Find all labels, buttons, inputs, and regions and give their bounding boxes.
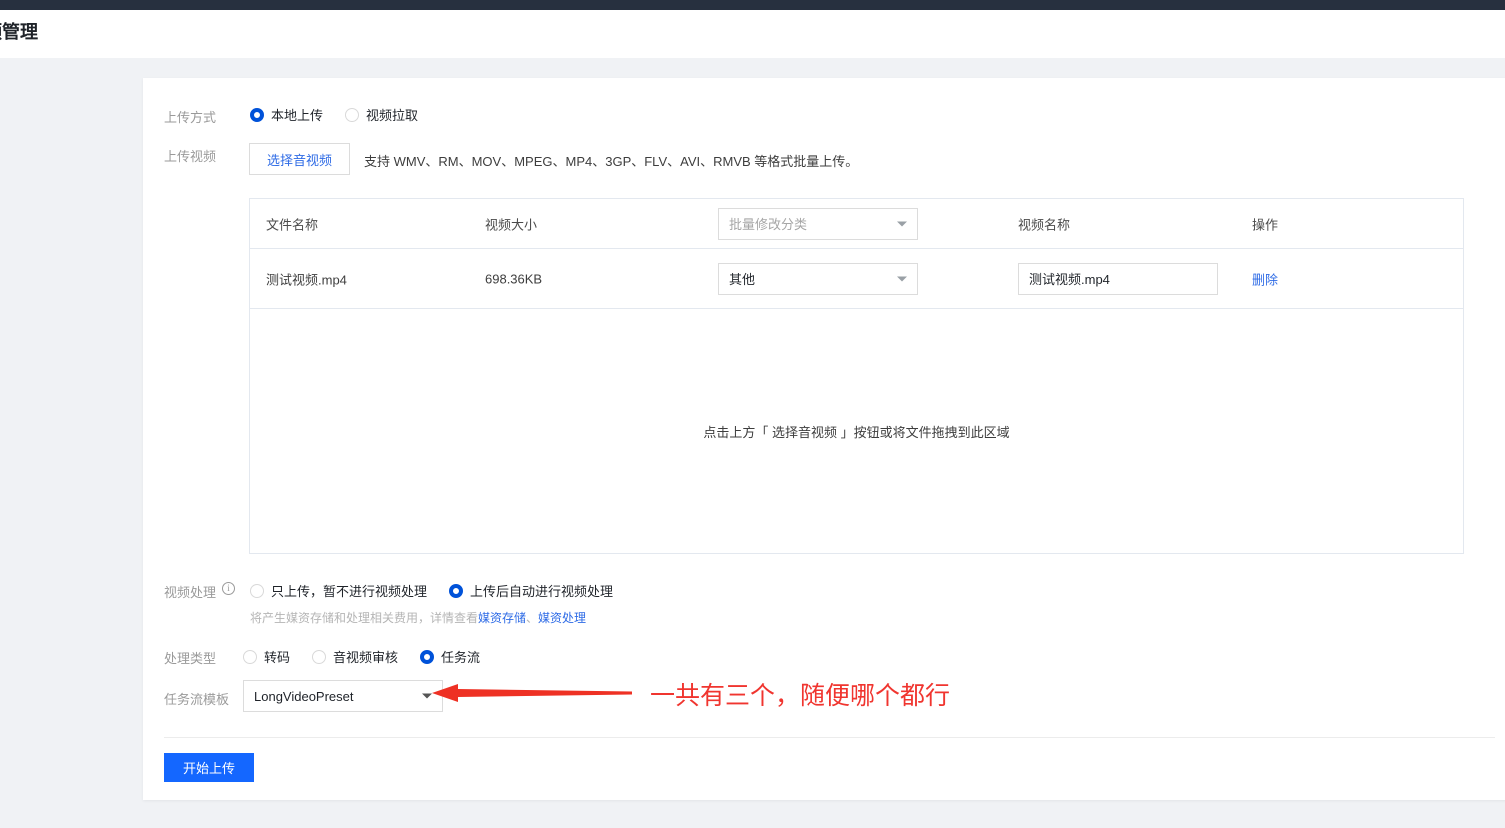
- fee-note-prefix: 将产生媒资存储和处理相关费用，详情查看: [250, 611, 479, 625]
- radio-dot-selected-icon: [420, 649, 435, 664]
- processing-fee-note: 将产生媒资存储和处理相关费用，详情查看媒资存储、媒资处理: [250, 609, 586, 626]
- chevron-down-icon: [897, 276, 907, 281]
- radio-dot-selected-icon: [250, 107, 264, 122]
- upload-method-radio-group[interactable]: 本地上传 视频拉取: [250, 105, 440, 124]
- radio-dot-icon: [250, 583, 264, 598]
- processing-type-label: 处理类型: [164, 651, 217, 666]
- delete-row-link[interactable]: 删除: [1252, 269, 1278, 288]
- start-upload-button[interactable]: 开始上传: [164, 753, 254, 782]
- radio-media-review-label: 音视频审核: [333, 650, 399, 665]
- info-icon[interactable]: i: [222, 582, 235, 595]
- col-action: 操作: [1252, 217, 1279, 232]
- radio-local-upload[interactable]: 本地上传: [250, 105, 323, 124]
- radio-video-pull-label: 视频拉取: [366, 108, 419, 123]
- top-dark-bar: [0, 0, 1505, 10]
- page-root: 频管理 上传方式 本地上传 视频拉取 上传视频 选择音视频 支持 WMV、RM、…: [0, 0, 1505, 828]
- table-row: 测试视频.mp4 698.36KB 其他 测试视频.mp4 删除: [250, 249, 1463, 309]
- annotation-text: 一共有三个，随便哪个都行: [650, 682, 951, 710]
- radio-dot-selected-icon: [449, 583, 464, 598]
- page-title: 频管理: [0, 22, 38, 42]
- file-dropzone[interactable]: 点击上方「 选择音视频 」按钮或将文件拖拽到此区域: [250, 309, 1463, 553]
- upload-method-label: 上传方式: [164, 110, 217, 125]
- video-processing-radio-group[interactable]: 只上传，暂不进行视频处理 上传后自动进行视频处理: [250, 581, 635, 600]
- row-category-select[interactable]: 其他: [718, 262, 918, 295]
- video-name-value: 测试视频.mp4: [1029, 272, 1110, 287]
- dropzone-hint: 点击上方「 选择音视频 」按钮或将文件拖拽到此区域: [703, 424, 1010, 440]
- radio-video-pull[interactable]: 视频拉取: [345, 105, 418, 124]
- cell-video-size: 698.36KB: [485, 271, 543, 286]
- processing-type-radio-group[interactable]: 转码 音视频审核 任务流: [243, 647, 502, 666]
- video-name-input[interactable]: 测试视频.mp4: [1018, 262, 1218, 295]
- radio-task-flow[interactable]: 任务流: [420, 647, 480, 666]
- cell-file-name: 测试视频.mp4: [266, 272, 347, 287]
- chevron-down-icon: [897, 221, 907, 226]
- radio-media-review[interactable]: 音视频审核: [312, 647, 398, 666]
- col-video-name: 视频名称: [1018, 217, 1071, 232]
- table-header-row: 文件名称 视频大小 批量修改分类 视频名称 操作: [250, 199, 1463, 249]
- radio-upload-only[interactable]: 只上传，暂不进行视频处理: [250, 581, 427, 600]
- format-hint-text: 支持 WMV、RM、MOV、MPEG、MP4、3GP、FLV、AVI、RMVB …: [364, 154, 859, 169]
- radio-dot-icon: [312, 649, 327, 664]
- fee-note-separator: 、: [526, 611, 539, 625]
- task-flow-template-select[interactable]: LongVideoPreset: [243, 680, 443, 712]
- radio-task-flow-label: 任务流: [441, 650, 481, 665]
- radio-auto-process-label: 上传后自动进行视频处理: [470, 584, 614, 599]
- radio-transcode-label: 转码: [264, 650, 291, 665]
- radio-local-upload-label: 本地上传: [271, 108, 324, 123]
- page-header: 频管理: [0, 10, 1505, 58]
- form-divider: [164, 737, 1495, 738]
- upload-video-label: 上传视频: [164, 149, 217, 164]
- batch-category-select[interactable]: 批量修改分类: [718, 207, 918, 240]
- media-storage-link[interactable]: 媒资存储: [478, 611, 526, 625]
- radio-dot-icon: [345, 107, 360, 122]
- task-flow-template-value: LongVideoPreset: [254, 688, 354, 704]
- media-processing-link[interactable]: 媒资处理: [538, 611, 586, 625]
- choose-media-button[interactable]: 选择音视频: [249, 143, 350, 175]
- header-gap: [0, 58, 1505, 78]
- col-file-name: 文件名称: [266, 217, 319, 232]
- chevron-down-icon: [422, 693, 432, 699]
- radio-dot-icon: [243, 649, 257, 664]
- col-video-size: 视频大小: [485, 217, 538, 232]
- batch-category-placeholder: 批量修改分类: [729, 217, 808, 232]
- video-processing-label: 视频处理: [164, 585, 217, 600]
- task-flow-template-label: 任务流模板: [164, 692, 230, 707]
- row-category-value: 其他: [729, 272, 756, 287]
- radio-upload-only-label: 只上传，暂不进行视频处理: [271, 584, 428, 599]
- upload-file-table: 文件名称 视频大小 批量修改分类 视频名称 操作 测试视频.mp4 698.36…: [249, 198, 1464, 554]
- radio-transcode[interactable]: 转码: [243, 647, 290, 666]
- radio-auto-process[interactable]: 上传后自动进行视频处理: [449, 581, 613, 600]
